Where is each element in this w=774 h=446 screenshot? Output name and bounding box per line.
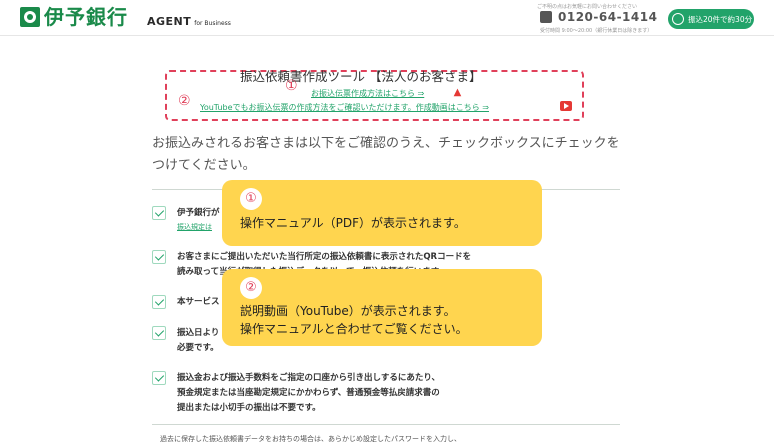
checklist-item-5-line3: 提出または小切手の振出は不要です。 xyxy=(177,403,321,413)
checklist-item-1: 伊予銀行が xyxy=(177,208,220,218)
callout-1-badge: ① xyxy=(240,188,262,210)
checklist-item-4-line2: 必要です。 xyxy=(177,343,219,353)
phone-icon xyxy=(540,11,552,23)
checkbox-5[interactable] xyxy=(152,371,166,385)
checklist-item-5-line1: 振込金および振込手数料をご指定の口座から引き出しするにあたり、 xyxy=(177,373,440,383)
bank-logo-mark-icon xyxy=(20,7,40,27)
contact-note: ご不明の点はお気軽にお問い合わせください xyxy=(537,4,638,10)
callout-2-line1: 説明動画（YouTube）が表示されます。 xyxy=(240,304,456,318)
checklist-item-3: 本サービス xyxy=(177,297,220,307)
marker-2: ② xyxy=(178,93,191,109)
bank-name: 伊予銀行 xyxy=(44,5,128,29)
checkbox-3[interactable] xyxy=(152,295,166,309)
manual-link[interactable]: お振込伝票作成方法はこちら ⇒ xyxy=(311,88,424,99)
promo-label: 振込20件で約30分 xyxy=(688,14,753,24)
intro-text: お振込みされるお客さまは以下をご確認のうえ、チェックボックスにチェックをつけてく… xyxy=(152,136,620,173)
checkbox-2[interactable] xyxy=(152,250,166,264)
bank-logo[interactable]: 伊予銀行 xyxy=(20,6,128,28)
video-link[interactable]: YouTubeでもお振込伝票の作成方法をご確認いただけます。作成動画はこちら ⇒ xyxy=(200,102,489,113)
footer-note: 過去に保存した振込依頼書データをお持ちの場合は、あらかじめ設定したパスワードを入… xyxy=(160,435,461,443)
pdf-icon[interactable]: ▲ xyxy=(452,87,463,98)
marker-1: ① xyxy=(285,78,298,94)
checklist-item-2-line1: お客さまにご提出いただいた当行所定の振込依頼書に表示されたQRコードを xyxy=(177,252,472,262)
checklist-item-1-link[interactable]: 振込規定は xyxy=(177,222,212,232)
callout-1-text: 操作マニュアル（PDF）が表示されます。 xyxy=(240,216,466,230)
callout-2-badge: ② xyxy=(240,277,262,299)
callout-2: ② 説明動画（YouTube）が表示されます。 操作マニュアルと合わせてご覧くだ… xyxy=(222,269,542,346)
checkbox-4[interactable] xyxy=(152,326,166,340)
contact-hours: 受付時間 9:00～20:00（銀行休業日は除きます） xyxy=(540,28,653,34)
product-subtitle: for Business xyxy=(194,20,231,27)
checklist-item-5-line2: 預金規定または当座勘定規定にかかわらず、普通預金等払戻請求書の xyxy=(177,388,440,398)
youtube-icon[interactable] xyxy=(560,101,572,111)
callout-2-text: 説明動画（YouTube）が表示されます。 操作マニュアルと合わせてご覧ください… xyxy=(240,302,468,338)
product-name: AGENT for Business xyxy=(147,15,231,28)
site-header: 伊予銀行 AGENT for Business ご不明の点はお気軽にお問い合わせく… xyxy=(0,0,774,36)
callout-2-line2: 操作マニュアルと合わせてご覧ください。 xyxy=(240,322,468,336)
callout-1: ① 操作マニュアル（PDF）が表示されます。 xyxy=(222,180,542,246)
checklist-item-4-line1: 振込日より xyxy=(177,328,220,338)
promo-badge[interactable]: 振込20件で約30分 xyxy=(668,9,754,29)
product-title: AGENT xyxy=(147,15,192,28)
phone-number: 0120-64-1414 xyxy=(558,10,658,24)
page-title: 振込依頼書作成ツール 【法人のお客さま】 xyxy=(240,69,482,84)
contact-phone[interactable]: 0120-64-1414 xyxy=(540,10,657,24)
divider-bottom xyxy=(152,424,620,425)
checkbox-1[interactable] xyxy=(152,206,166,220)
clock-icon xyxy=(672,13,684,25)
